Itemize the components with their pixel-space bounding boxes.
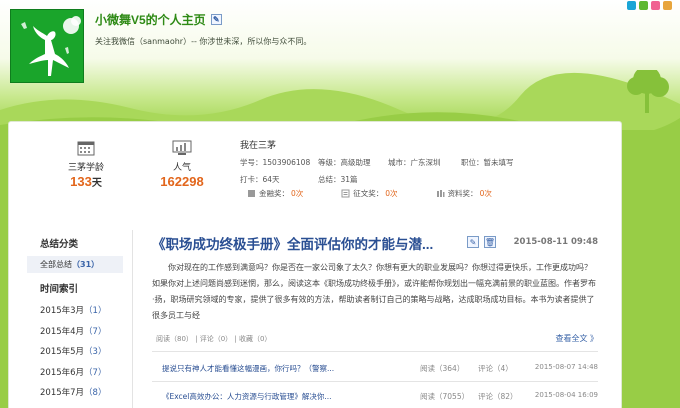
award-essay[interactable]: 征文奖： 0次: [341, 188, 398, 199]
edit-icon[interactable]: ✎: [467, 236, 479, 248]
city: 城市：广东深圳: [388, 158, 441, 167]
age-label: 三茅学龄: [67, 163, 104, 173]
post-meta: 阅读（80） | 评论（0） | 收藏（0）: [156, 335, 272, 343]
level: 等级：高级助理: [318, 158, 371, 167]
sidebar-item-all[interactable]: 全部总结（31）: [27, 256, 123, 273]
profile-row-2: 打卡：64天 总结：31篇: [240, 174, 620, 185]
page-title: 小微舞V5的个人主页 ✎: [95, 11, 222, 28]
list-item-reads: 阅读（7055）: [420, 392, 470, 401]
divider: [132, 230, 133, 408]
post-actions: ✎ 🗑: [467, 236, 496, 248]
sidebar-item-month[interactable]: 2015年6月（7）: [27, 363, 123, 384]
post-date: 2015-08-11 09:48: [513, 237, 598, 247]
list-item-date: 2015-08-04 16:09: [534, 391, 598, 399]
weibo-icon[interactable]: [651, 1, 660, 10]
checkin: 打卡：64天: [240, 175, 280, 184]
essay-award-icon: [341, 189, 350, 198]
popularity-stat: 人气 162298: [150, 140, 214, 189]
list-item-comments: 评论（82）: [478, 392, 518, 401]
star-icon[interactable]: [663, 1, 672, 10]
list-item-title[interactable]: 提说只有神人才能看懂这幅漫画，你行吗？（警察...: [162, 363, 420, 374]
popularity-label: 人气: [172, 163, 191, 173]
student-id: 学号：1503906108: [240, 158, 311, 167]
finance-award-icon: [248, 190, 255, 197]
award-finance[interactable]: 金融奖： 0次: [247, 188, 303, 199]
list-item-reads: 阅读（364）: [420, 364, 465, 373]
time-index-heading: 时间索引: [40, 284, 79, 295]
profile-row-1: 学号：1503906108 等级：高级助理 城市：广东深圳 职位：暂未填写: [240, 157, 620, 168]
post-title[interactable]: 《职场成功终极手册》全面评估你的才能与潜...: [152, 233, 462, 253]
featured-post: 《职场成功终极手册》全面评估你的才能与潜... ✎ 🗑 2015-08-11 0…: [152, 232, 598, 348]
profile-info: 我在三茅 学号：1503906108 等级：高级助理 城市：广东深圳 职位：暂未…: [240, 138, 620, 191]
post-header: 《职场成功终极手册》全面评估你的才能与潜... ✎ 🗑 2015-08-11 0…: [152, 232, 598, 252]
list-item-comments: 评论（4）: [478, 364, 513, 373]
sidebar-item-month[interactable]: 2015年3月（1）: [27, 301, 123, 322]
qq-icon[interactable]: [627, 1, 636, 10]
divider: [152, 351, 598, 352]
resource-award-icon: [436, 190, 445, 197]
sidebar-item-month[interactable]: 2015年7月（8）: [27, 383, 123, 404]
monitor-icon: [172, 140, 192, 155]
page-title-text[interactable]: 小微舞V5的个人主页: [95, 11, 206, 28]
popularity-value: 162298: [160, 174, 204, 189]
post-body: 你对现在的工作感到满意吗？你是否在一家公司象了太久？你想有更大的职业发展吗？你想…: [152, 263, 596, 320]
sidebar-item-month[interactable]: 2015年4月（7）: [27, 322, 123, 343]
divider: [152, 381, 598, 382]
share-icons: [627, 1, 672, 10]
page-subtitle: 关注我微信（sanmaohr）-- 你涉世未深，所以你与众不同。: [95, 37, 312, 46]
post-footer: 阅读（80） | 评论（0） | 收藏（0） 查看全文 》: [152, 330, 598, 348]
awards-row: 金融奖： 0次 征文奖： 0次 资料奖： 0次: [247, 188, 530, 199]
calendar-icon: [77, 141, 95, 156]
list-item[interactable]: 提说只有神人才能看懂这幅漫画，你行吗？（警察... 阅读（364） 评论（4） …: [162, 363, 598, 374]
sidebar-item-month[interactable]: 2015年5月（3）: [27, 342, 123, 363]
avatar[interactable]: [10, 9, 84, 83]
dancer-icon: [21, 16, 81, 76]
category-heading: 总结分类: [40, 239, 79, 250]
wechat-icon[interactable]: [639, 1, 648, 10]
position: 职位：暂未填写: [461, 158, 514, 167]
read-more-link[interactable]: 查看全文 》: [555, 333, 598, 344]
list-item-date: 2015-08-07 14:48: [534, 363, 598, 371]
list-item[interactable]: 《Excel高效办公：人力资源与行政管理》解决你... 阅读（7055） 评论（…: [162, 391, 598, 402]
edit-icon[interactable]: ✎: [210, 14, 222, 25]
list-item-title[interactable]: 《Excel高效办公：人力资源与行政管理》解决你...: [162, 391, 420, 402]
delete-icon[interactable]: 🗑: [484, 236, 496, 248]
summary-count: 总结：31篇: [318, 175, 358, 184]
sidebar: 总结分类 全部总结（31） 时间索引 2015年3月（1） 2015年4月（7）…: [27, 232, 123, 404]
age-stat: 三茅学龄 133天: [58, 140, 114, 189]
award-resource[interactable]: 资料奖： 0次: [436, 188, 492, 199]
age-value: 133天: [70, 174, 102, 189]
profile-name: 我在三茅: [240, 141, 277, 151]
